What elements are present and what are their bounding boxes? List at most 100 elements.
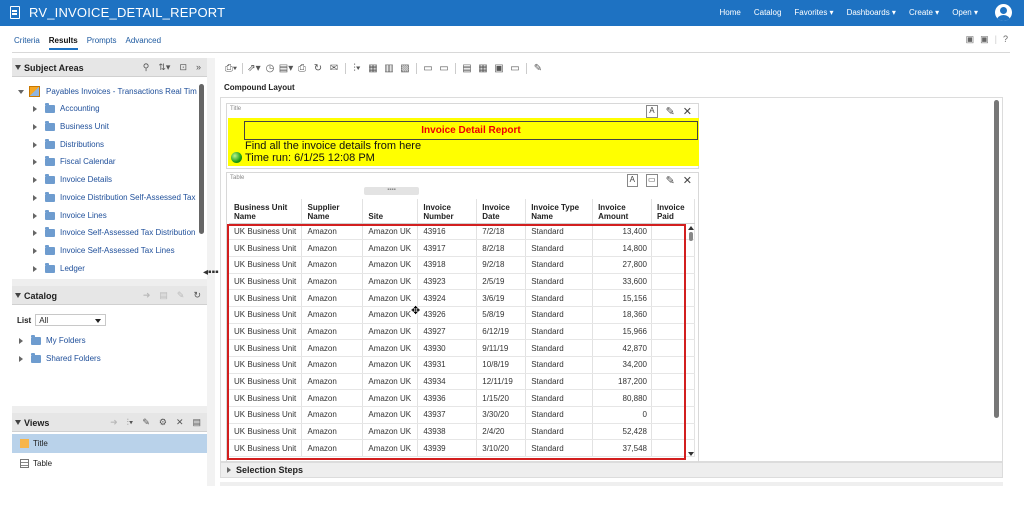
view-item-table[interactable]: Table: [12, 454, 207, 473]
expand-icon[interactable]: [19, 355, 23, 362]
tree-folder[interactable]: Fiscal Calendar: [33, 155, 116, 166]
nav-favorites[interactable]: Favorites ▾: [794, 8, 833, 17]
format-container-icon[interactable]: A: [626, 174, 638, 187]
table-properties-icon[interactable]: ▭: [646, 174, 658, 187]
refresh-icon[interactable]: ⊡: [179, 62, 187, 73]
column-header[interactable]: Invoice Date: [476, 199, 527, 224]
compound-icon[interactable]: ▭: [507, 63, 523, 74]
add-icon[interactable]: ➜: [143, 290, 151, 301]
column-header[interactable]: Supplier Name: [301, 199, 364, 224]
expand-pane-icon[interactable]: »: [196, 62, 201, 73]
remove-view-icon[interactable]: ✕: [683, 105, 692, 118]
nav-dashboards[interactable]: Dashboards ▾: [847, 8, 896, 17]
pane-splitter[interactable]: [12, 279, 207, 286]
collapse-icon[interactable]: [15, 420, 21, 425]
refresh-icon[interactable]: ↻: [310, 63, 326, 74]
format-icon[interactable]: ▭: [420, 63, 436, 74]
view-item-title[interactable]: Title: [12, 434, 207, 453]
column-header[interactable]: Invoice Amount: [592, 199, 652, 224]
scroll-thumb[interactable]: [689, 232, 693, 241]
layout-settings-icon[interactable]: ▦: [475, 63, 491, 74]
tab-criteria[interactable]: Criteria: [14, 36, 40, 50]
catalog-folder[interactable]: Shared Folders: [19, 352, 101, 363]
table-scrollbar[interactable]: [688, 226, 694, 456]
expand-icon[interactable]: [33, 123, 37, 130]
collapse-icon[interactable]: [15, 293, 21, 298]
subject-areas-scrollbar[interactable]: [199, 84, 204, 234]
splitter-grip-icon[interactable]: ◂▪▪▪: [203, 267, 219, 278]
edit-view-icon[interactable]: ✎: [142, 417, 150, 428]
tree-folder[interactable]: Distributions: [33, 138, 104, 149]
catalog-folder[interactable]: My Folders: [19, 334, 86, 345]
canvas-scrollbar[interactable]: [994, 100, 999, 418]
expand-icon[interactable]: [33, 247, 37, 254]
tree-folder[interactable]: Invoice Details: [33, 173, 112, 184]
column-header[interactable]: Invoice Paid: [651, 199, 696, 224]
refresh-icon[interactable]: ↻: [193, 290, 201, 301]
tab-results[interactable]: Results: [48, 36, 78, 50]
column-header[interactable]: Business Unit Name: [229, 199, 303, 224]
column-header[interactable]: Invoice Type Name: [525, 199, 594, 224]
nav-catalog[interactable]: Catalog: [754, 8, 782, 17]
horizontal-scroll-track[interactable]: [220, 482, 1003, 486]
edit-view-icon[interactable]: ✎: [666, 174, 675, 187]
filter-icon[interactable]: ▧: [397, 63, 413, 74]
tab-advanced[interactable]: Advanced: [125, 36, 161, 50]
column-header[interactable]: Invoice Number: [417, 199, 478, 224]
user-avatar-icon[interactable]: [995, 4, 1012, 21]
edit-analysis-icon[interactable]: ✎: [530, 63, 546, 74]
sort-icon[interactable]: ⇅▾: [158, 62, 170, 73]
schedule-icon[interactable]: ◷: [262, 63, 278, 74]
page-setup-icon[interactable]: ▤: [459, 63, 475, 74]
edit-icon[interactable]: ✎: [177, 290, 185, 301]
scroll-up-icon[interactable]: [688, 226, 694, 230]
view-settings-icon[interactable]: ▣: [491, 63, 507, 74]
expand-icon[interactable]: [33, 194, 37, 201]
pane-splitter[interactable]: [12, 406, 207, 413]
columns-icon[interactable]: ▥: [381, 63, 397, 74]
expand-icon[interactable]: [33, 265, 37, 272]
new-view-icon[interactable]: ⫶▾: [349, 63, 365, 74]
add-view-icon[interactable]: ➜: [110, 417, 118, 428]
expand-icon[interactable]: [33, 158, 37, 165]
remove-view-icon[interactable]: ✕: [683, 174, 692, 187]
expand-icon[interactable]: [33, 212, 37, 219]
nav-home[interactable]: Home: [720, 8, 741, 17]
tree-folder[interactable]: Accounting: [33, 102, 100, 113]
rename-view-icon[interactable]: ▤: [192, 417, 201, 428]
expand-icon[interactable]: [19, 337, 23, 344]
tree-folder[interactable]: Ledger: [33, 262, 85, 273]
print-preview-icon[interactable]: ⎙: [294, 63, 310, 74]
tree-folder[interactable]: Invoice Self-Assessed Tax Lines: [33, 244, 175, 255]
expand-icon[interactable]: [33, 105, 37, 112]
cell-format-icon[interactable]: ▭: [436, 63, 452, 74]
edit-view-icon[interactable]: ✎: [666, 105, 675, 118]
tree-folder[interactable]: Invoice Distribution Self-Assessed Tax: [33, 191, 195, 202]
nav-create[interactable]: Create ▾: [909, 8, 939, 17]
tree-folder[interactable]: Invoice Lines: [33, 209, 107, 220]
format-container-icon[interactable]: A: [646, 105, 658, 118]
help-icon[interactable]: ?: [1003, 34, 1008, 45]
tree-folder[interactable]: Business Unit: [33, 120, 109, 131]
new-view-icon[interactable]: ⫶▾: [127, 417, 134, 428]
copy-icon[interactable]: ▤▾: [278, 63, 294, 74]
expand-icon[interactable]: [33, 176, 37, 183]
search-icon[interactable]: ⚲: [143, 62, 150, 73]
tab-prompts[interactable]: Prompts: [87, 36, 117, 50]
save-as-icon[interactable]: ▣: [980, 34, 989, 45]
view-properties-icon[interactable]: ⚙: [159, 417, 167, 428]
collapse-icon[interactable]: [15, 65, 21, 70]
export-icon[interactable]: ⇗▾: [246, 63, 262, 74]
remove-view-icon[interactable]: ✕: [176, 417, 184, 428]
subject-area-root[interactable]: Payables Invoices - Transactions Real Ti…: [18, 86, 197, 97]
layout-icon[interactable]: ▦: [365, 63, 381, 74]
scroll-down-icon[interactable]: [688, 452, 694, 456]
column-header[interactable]: Site: [362, 199, 419, 224]
expand-icon[interactable]: [227, 467, 231, 473]
catalog-list-select[interactable]: All: [35, 314, 107, 326]
copy-icon[interactable]: ▤: [159, 290, 168, 301]
expand-icon[interactable]: [18, 89, 24, 94]
print-icon[interactable]: ⎙▾: [223, 63, 239, 74]
expand-icon[interactable]: [33, 141, 37, 148]
nav-open[interactable]: Open ▾: [952, 8, 978, 17]
